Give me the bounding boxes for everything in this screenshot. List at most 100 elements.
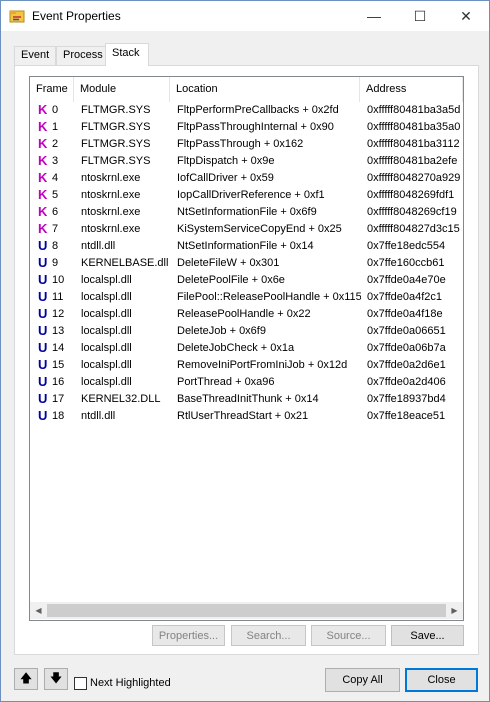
stack-frame-row[interactable]: U 15 localspl.dll RemoveIniPortFromIniJob +… (30, 357, 463, 374)
tab-stack[interactable]: Stack (105, 43, 149, 66)
stack-frame-row[interactable]: U 12 localspl.dll ReleasePoolHandle + 0x22 0… (30, 306, 463, 323)
scroll-left-icon[interactable]: ◀ (30, 602, 47, 619)
mode-icon: U (38, 408, 48, 423)
stack-list[interactable]: Frame Module Location Address K 0 FLTMGR.S… (29, 76, 464, 621)
stack-frame-row[interactable]: K 2 FLTMGR.SYS FltpPassThrough + 0x162 0xfff… (30, 136, 463, 153)
scroll-thumb[interactable] (47, 604, 446, 617)
horizontal-scrollbar[interactable]: ◀ ▶ (30, 602, 463, 619)
title-bar[interactable]: Event Properties — ☐ ✕ (1, 1, 489, 31)
stack-frame-row[interactable]: U 16 localspl.dll PortThread + 0xa96 0x7ffde… (30, 374, 463, 391)
maximize-button[interactable]: ☐ (397, 1, 443, 31)
frame-cell: 15 (52, 359, 65, 371)
location-cell: FltpPassThroughInternal + 0x90 (177, 121, 334, 133)
location-cell: NtSetInformationFile + 0x14 (177, 240, 314, 252)
location-cell: DeleteFileW + 0x301 (177, 257, 280, 269)
module-cell: localspl.dll (81, 291, 132, 303)
stack-frame-row[interactable]: U 10 localspl.dll DeletePoolFile + 0x6e 0x7f… (30, 272, 463, 289)
module-cell: KERNEL32.DLL (81, 393, 161, 405)
address-cell: 0x7ffde0a4e70e (367, 274, 446, 286)
address-cell: 0xfffff8048269fdf1 (367, 189, 455, 201)
mode-icon: U (38, 289, 48, 304)
location-cell: IopCallDriverReference + 0xf1 (177, 189, 325, 201)
save-button[interactable]: Save... (391, 625, 464, 646)
frame-cell: 1 (52, 121, 59, 133)
mode-icon: U (38, 272, 48, 287)
location-cell: FltpPassThrough + 0x162 (177, 138, 304, 150)
minimize-button[interactable]: — (351, 1, 397, 31)
stack-frame-row[interactable]: U 13 localspl.dll DeleteJob + 0x6f9 0x7ffde0… (30, 323, 463, 340)
search-button[interactable]: Search... (231, 625, 306, 646)
location-cell: DeleteJob + 0x6f9 (177, 325, 266, 337)
frame-cell: 2 (52, 138, 59, 150)
location-cell: FltpDispatch + 0x9e (177, 155, 275, 167)
module-cell: FLTMGR.SYS (81, 138, 151, 150)
up-arrow-icon[interactable]: 🡅 (14, 668, 38, 690)
scroll-right-icon[interactable]: ▶ (446, 602, 463, 619)
next-highlighted-checkbox[interactable] (74, 677, 87, 690)
module-cell: localspl.dll (81, 342, 132, 354)
frame-cell: 7 (52, 223, 59, 235)
mode-icon: U (38, 238, 48, 253)
copy-all-button[interactable]: Copy All (325, 668, 400, 692)
close-window-button[interactable]: ✕ (443, 1, 489, 31)
module-cell: ntoskrnl.exe (81, 223, 141, 235)
frame-cell: 11 (52, 291, 64, 303)
address-cell: 0x7ffe160ccb61 (367, 257, 445, 269)
stack-frame-row[interactable]: K 5 ntoskrnl.exe IopCallDriverReference + 0… (30, 187, 463, 204)
frame-cell: 0 (52, 104, 59, 116)
address-cell: 0xfffff8048270a929 (367, 172, 461, 184)
stack-frame-row[interactable]: U 11 localspl.dll FilePool::ReleasePoolHand… (30, 289, 463, 306)
location-cell: FilePool::ReleasePoolHandle + 0x115 (177, 291, 361, 303)
column-header-location[interactable]: Location (170, 77, 360, 102)
frame-cell: 14 (52, 342, 65, 354)
module-cell: localspl.dll (81, 376, 132, 388)
frame-cell: 17 (52, 393, 65, 405)
address-cell: 0xfffff80481ba3112 (367, 138, 460, 150)
frame-cell: 4 (52, 172, 59, 184)
location-cell: KiSystemServiceCopyEnd + 0x25 (177, 223, 342, 235)
stack-frame-row[interactable]: K 1 FLTMGR.SYS FltpPassThroughInternal + 0x… (30, 119, 463, 136)
address-cell: 0xfffff804827d3c15 (367, 223, 460, 235)
tab-event[interactable]: Event (14, 46, 56, 65)
mode-icon: K (38, 221, 48, 236)
module-cell: ntdll.dll (81, 240, 116, 252)
down-arrow-icon[interactable]: 🡇 (44, 668, 68, 690)
mode-icon: K (38, 170, 48, 185)
frame-cell: 6 (52, 206, 59, 218)
frame-cell: 9 (52, 257, 59, 269)
column-header-address[interactable]: Address (360, 77, 463, 102)
mode-icon: K (38, 187, 48, 202)
stack-frame-row[interactable]: U 18 ntdll.dll RtlUserThreadStart + 0x21 0x7… (30, 408, 463, 425)
module-cell: ntoskrnl.exe (81, 206, 141, 218)
close-button[interactable]: Close (405, 668, 478, 692)
frame-cell: 18 (52, 410, 65, 422)
source-button[interactable]: Source... (311, 625, 386, 646)
module-cell: localspl.dll (81, 325, 132, 337)
stack-frame-row[interactable]: U 9 KERNELBASE.dll DeleteFileW + 0x301 0x7ff… (30, 255, 463, 272)
location-cell: DeleteJobCheck + 0x1a (177, 342, 295, 354)
column-header-module[interactable]: Module (74, 77, 170, 102)
module-cell: FLTMGR.SYS (81, 155, 151, 167)
tab-process[interactable]: Process (56, 46, 106, 65)
stack-frame-row[interactable]: U 14 localspl.dll DeleteJobCheck + 0x1a 0x7f… (30, 340, 463, 357)
column-header-frame[interactable]: Frame (30, 77, 74, 102)
stack-frame-row[interactable]: K 7 ntoskrnl.exe KiSystemServiceCopyEnd + 0… (30, 221, 463, 238)
mode-icon: U (38, 323, 48, 338)
stack-frame-row[interactable]: K 3 FLTMGR.SYS FltpDispatch + 0x9e 0xfffff80… (30, 153, 463, 170)
address-cell: 0xfffff8048269cf19 (367, 206, 457, 218)
stack-frame-row[interactable]: K 0 FLTMGR.SYS FltpPerformPreCallbacks + 0x… (30, 102, 463, 119)
stack-frame-row[interactable]: K 4 ntoskrnl.exe IofCallDriver + 0x59 0xffff… (30, 170, 463, 187)
stack-frame-row[interactable]: U 17 KERNEL32.DLL BaseThreadInitThunk + 0x1… (30, 391, 463, 408)
next-highlighted-label: Next Highlighted (90, 677, 171, 689)
mode-icon: U (38, 340, 48, 355)
frame-cell: 3 (52, 155, 59, 167)
properties-button[interactable]: Properties... (152, 625, 225, 646)
location-cell: ReleasePoolHandle + 0x22 (177, 308, 311, 320)
location-cell: DeletePoolFile + 0x6e (177, 274, 285, 286)
stack-frame-row[interactable]: K 6 ntoskrnl.exe NtSetInformationFile + 0x6… (30, 204, 463, 221)
dialog-footer: 🡅 🡇 Next Highlighted Copy All Close (1, 661, 489, 701)
window-title: Event Properties (32, 9, 121, 23)
stack-frame-row[interactable]: U 8 ntdll.dll NtSetInformationFile + 0x14 0x… (30, 238, 463, 255)
module-cell: localspl.dll (81, 308, 132, 320)
address-cell: 0x7ffe18edc554 (367, 240, 446, 252)
